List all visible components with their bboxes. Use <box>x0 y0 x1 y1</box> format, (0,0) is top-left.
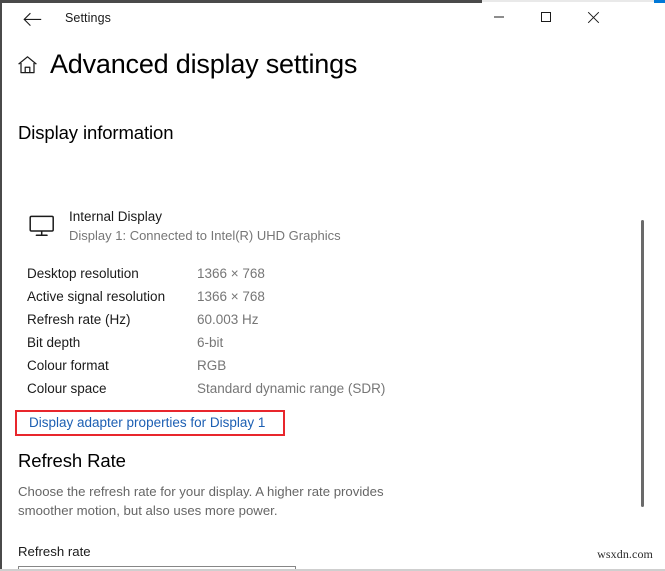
close-icon <box>587 11 600 27</box>
spec-label: Colour space <box>27 381 197 396</box>
spec-value: 1366 × 768 <box>197 266 265 281</box>
page-title: Advanced display settings <box>50 51 357 78</box>
close-button[interactable] <box>570 3 616 34</box>
table-row: Desktop resolution 1366 × 768 <box>27 262 447 285</box>
spec-value: 1366 × 768 <box>197 289 265 304</box>
table-row: Bit depth 6-bit <box>27 331 447 354</box>
spec-value: 60.003 Hz <box>197 312 259 327</box>
monitor-name: Internal Display <box>69 208 341 226</box>
refresh-rate-dropdown[interactable]: 60.003 Hz <box>18 566 296 569</box>
minimize-icon <box>493 11 505 26</box>
app-title: Settings <box>65 11 111 25</box>
minimize-button[interactable] <box>476 3 522 34</box>
table-row: Active signal resolution 1366 × 768 <box>27 285 447 308</box>
back-arrow-icon <box>23 12 42 27</box>
refresh-rate-description: Choose the refresh rate for your display… <box>18 482 418 520</box>
spec-label: Bit depth <box>27 335 197 350</box>
spec-label: Active signal resolution <box>27 289 197 304</box>
scrollbar[interactable] <box>636 72 649 569</box>
spec-value: 6-bit <box>197 335 223 350</box>
display-information-heading: Display information <box>18 122 173 144</box>
title-bar: Settings <box>2 3 665 36</box>
home-icon[interactable] <box>16 54 38 76</box>
monitor-row: Internal Display Display 1: Connected to… <box>27 208 341 245</box>
spec-label: Colour format <box>27 358 197 373</box>
settings-window: Settings <box>0 0 665 571</box>
back-button[interactable] <box>10 3 54 36</box>
table-row: Colour format RGB <box>27 354 447 377</box>
maximize-icon <box>540 11 552 26</box>
scrollbar-thumb[interactable] <box>641 220 644 507</box>
monitor-text-block: Internal Display Display 1: Connected to… <box>69 208 341 245</box>
spec-label: Desktop resolution <box>27 266 197 281</box>
settings-content-pane: Advanced display settings Display inform… <box>2 36 649 569</box>
watermark: wsxdn.com <box>597 547 653 562</box>
display-spec-table: Desktop resolution 1366 × 768 Active sig… <box>27 262 447 400</box>
refresh-rate-heading: Refresh Rate <box>18 450 126 472</box>
table-row: Colour space Standard dynamic range (SDR… <box>27 377 447 400</box>
spec-label: Refresh rate (Hz) <box>27 312 197 327</box>
spec-value: Standard dynamic range (SDR) <box>197 381 385 396</box>
refresh-rate-field-label: Refresh rate <box>18 544 91 559</box>
spec-value: RGB <box>197 358 226 373</box>
page-header: Advanced display settings <box>16 51 357 78</box>
monitor-icon <box>27 212 57 240</box>
display-adapter-properties-link[interactable]: Display adapter properties for Display 1 <box>29 415 265 430</box>
window-top-border-right <box>482 0 654 2</box>
table-row: Refresh rate (Hz) 60.003 Hz <box>27 308 447 331</box>
monitor-subtitle: Display 1: Connected to Intel(R) UHD Gra… <box>69 226 341 245</box>
maximize-button[interactable] <box>523 3 569 34</box>
